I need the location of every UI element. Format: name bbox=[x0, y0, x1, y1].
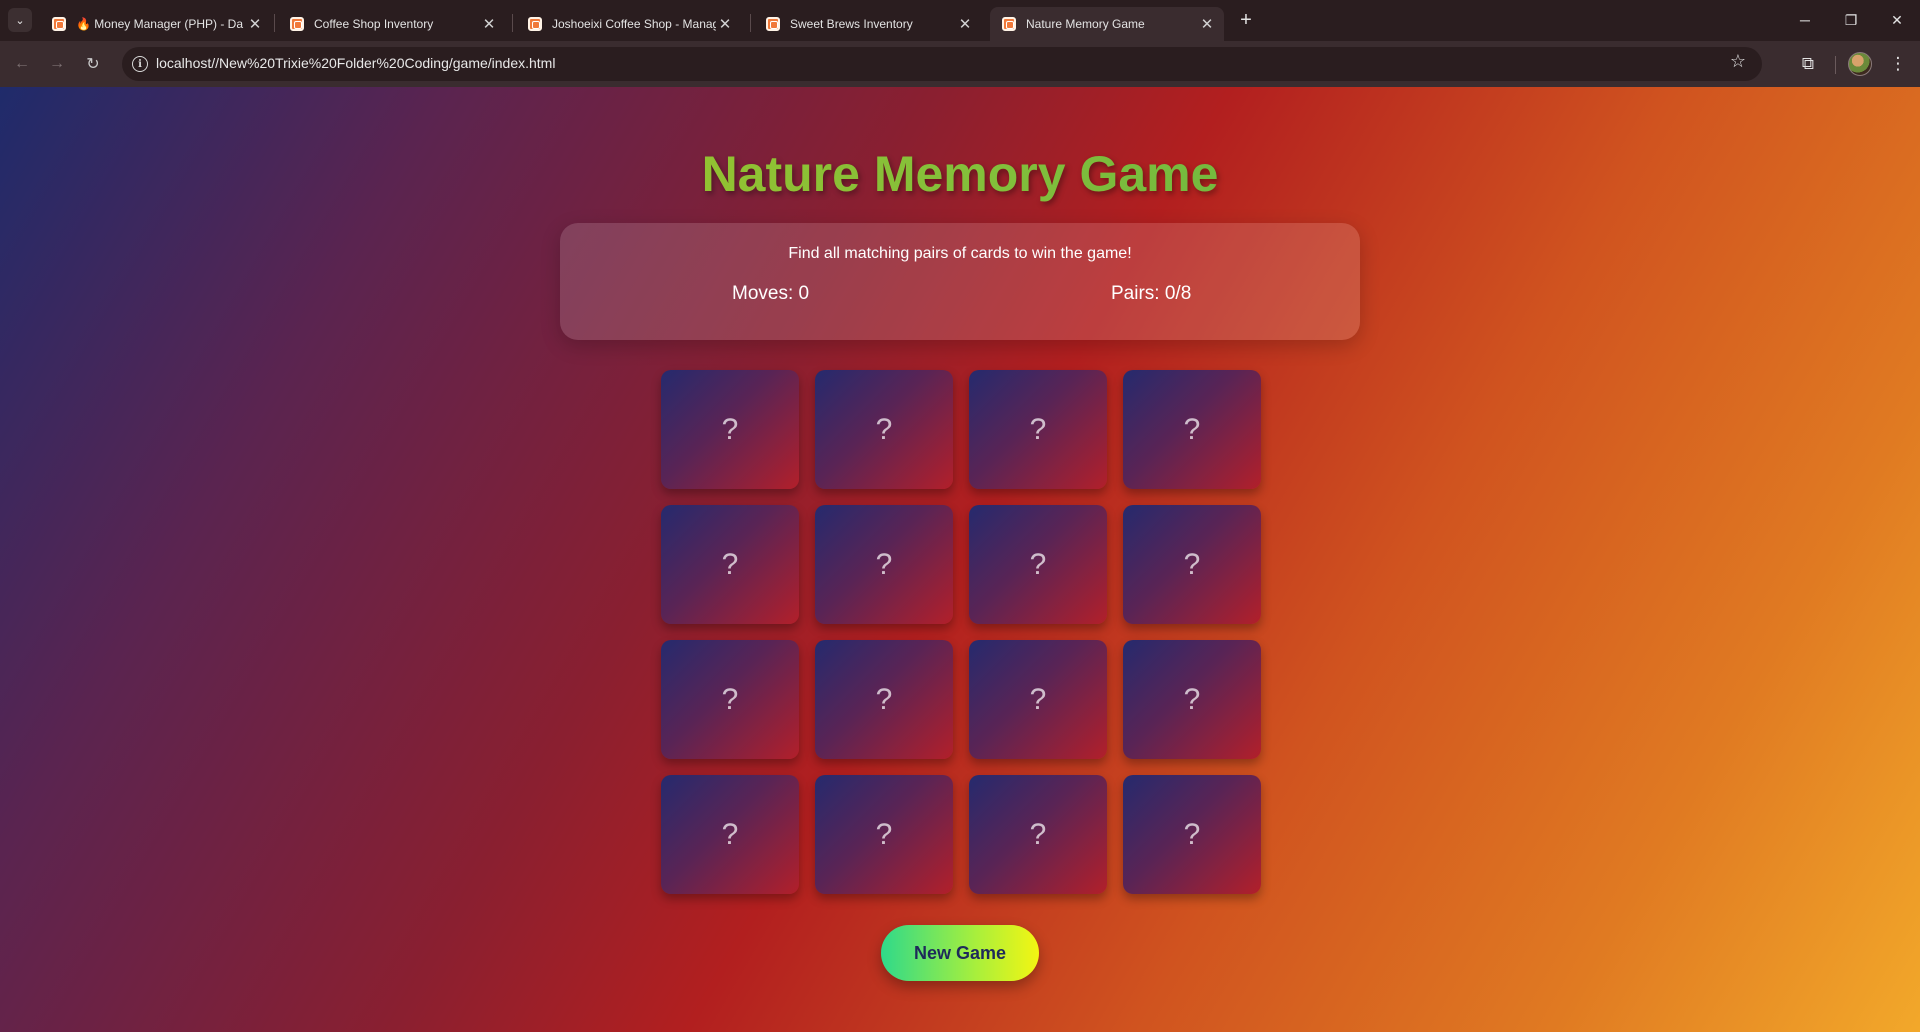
memory-card[interactable]: ? bbox=[815, 370, 953, 489]
minimize-button[interactable]: ─ bbox=[1782, 0, 1828, 40]
new-tab-button[interactable]: + bbox=[1234, 8, 1258, 32]
card-face-text: ? bbox=[1183, 682, 1201, 716]
page-viewport: Nature Memory Game Find all matching pai… bbox=[0, 87, 1920, 1032]
card-face-text: ? bbox=[1029, 817, 1047, 851]
close-icon[interactable]: ✕ bbox=[246, 15, 264, 33]
extensions-icon[interactable]: ⧉ bbox=[1794, 50, 1822, 78]
memory-card[interactable]: ? bbox=[815, 775, 953, 894]
xampp-favicon-icon bbox=[1002, 17, 1016, 31]
card-face-text: ? bbox=[1183, 412, 1201, 446]
tab-title: Joshoeixi Coffee Shop - Manag bbox=[552, 17, 716, 31]
window-close-button[interactable]: ✕ bbox=[1874, 0, 1920, 40]
close-icon[interactable]: ✕ bbox=[716, 15, 734, 33]
memory-card[interactable]: ? bbox=[815, 505, 953, 624]
memory-card[interactable]: ? bbox=[661, 640, 799, 759]
card-face-text: ? bbox=[721, 547, 739, 581]
new-game-button[interactable]: New Game bbox=[881, 925, 1039, 981]
memory-card[interactable]: ? bbox=[815, 640, 953, 759]
toolbar-divider bbox=[1835, 56, 1836, 74]
card-face-text: ? bbox=[875, 817, 893, 851]
menu-kebab-icon[interactable]: ⋮ bbox=[1884, 50, 1912, 78]
site-info-icon[interactable]: i bbox=[132, 56, 148, 72]
tab-sweet-brews-inventory[interactable]: Sweet Brews Inventory ✕ bbox=[754, 7, 982, 41]
close-icon[interactable]: ✕ bbox=[956, 15, 974, 33]
tab-divider bbox=[274, 14, 275, 32]
memory-card[interactable]: ? bbox=[1123, 640, 1261, 759]
card-face-text: ? bbox=[721, 817, 739, 851]
game-info-panel: Find all matching pairs of cards to win … bbox=[560, 223, 1360, 340]
tab-money-manager[interactable]: 🔥 Money Manager (PHP) - Da ✕ bbox=[40, 7, 272, 41]
memory-card[interactable]: ? bbox=[969, 775, 1107, 894]
tab-title: Sweet Brews Inventory bbox=[790, 17, 913, 31]
memory-card[interactable]: ? bbox=[969, 640, 1107, 759]
memory-card[interactable]: ? bbox=[1123, 505, 1261, 624]
page-title: Nature Memory Game bbox=[0, 145, 1920, 203]
memory-card[interactable]: ? bbox=[661, 370, 799, 489]
card-grid: ???????????????? bbox=[661, 370, 1261, 895]
card-face-text: ? bbox=[875, 682, 893, 716]
memory-card[interactable]: ? bbox=[661, 775, 799, 894]
tab-coffee-shop-inventory[interactable]: Coffee Shop Inventory ✕ bbox=[278, 7, 506, 41]
tab-nature-memory-game[interactable]: Nature Memory Game ✕ bbox=[990, 7, 1224, 41]
card-face-text: ? bbox=[721, 682, 739, 716]
memory-card[interactable]: ? bbox=[1123, 775, 1261, 894]
tab-strip: ⌄ 🔥 Money Manager (PHP) - Da ✕ Coffee Sh… bbox=[0, 0, 1920, 41]
moves-counter: Moves: 0 bbox=[732, 283, 810, 304]
card-face-text: ? bbox=[1029, 682, 1047, 716]
tab-divider bbox=[750, 14, 751, 32]
card-face-text: ? bbox=[875, 412, 893, 446]
xampp-favicon-icon bbox=[528, 17, 542, 31]
bookmark-star-icon[interactable]: ☆ bbox=[1730, 51, 1746, 72]
profile-avatar[interactable] bbox=[1848, 52, 1872, 76]
memory-card[interactable]: ? bbox=[969, 505, 1107, 624]
card-face-text: ? bbox=[1029, 547, 1047, 581]
reload-icon[interactable]: ↻ bbox=[79, 50, 107, 78]
memory-card[interactable]: ? bbox=[969, 370, 1107, 489]
close-icon[interactable]: ✕ bbox=[480, 15, 498, 33]
tab-title: Coffee Shop Inventory bbox=[314, 17, 434, 31]
address-bar[interactable]: i localhost//New%20Trixie%20Folder%20Cod… bbox=[122, 47, 1762, 81]
pairs-counter: Pairs: 0/8 bbox=[1111, 283, 1192, 304]
memory-card[interactable]: ? bbox=[661, 505, 799, 624]
xampp-favicon-icon bbox=[290, 17, 304, 31]
card-face-text: ? bbox=[1183, 547, 1201, 581]
browser-toolbar: ← → ↻ i localhost//New%20Trixie%20Folder… bbox=[0, 41, 1920, 87]
tab-divider bbox=[512, 14, 513, 32]
card-face-text: ? bbox=[721, 412, 739, 446]
forward-arrow-icon[interactable]: → bbox=[43, 50, 71, 78]
card-face-text: ? bbox=[875, 547, 893, 581]
tab-title: Nature Memory Game bbox=[1026, 17, 1145, 31]
close-icon[interactable]: ✕ bbox=[1198, 15, 1216, 33]
xampp-favicon-icon bbox=[766, 17, 780, 31]
restore-button[interactable]: ❐ bbox=[1828, 0, 1874, 40]
tab-joshoeixi-coffee-shop[interactable]: Joshoeixi Coffee Shop - Manag ✕ bbox=[516, 7, 742, 41]
back-arrow-icon[interactable]: ← bbox=[8, 50, 36, 78]
tab-title: 🔥 Money Manager (PHP) - Da bbox=[76, 17, 243, 31]
url-text[interactable]: localhost//New%20Trixie%20Folder%20Codin… bbox=[156, 55, 555, 71]
card-face-text: ? bbox=[1029, 412, 1047, 446]
card-face-text: ? bbox=[1183, 817, 1201, 851]
memory-card[interactable]: ? bbox=[1123, 370, 1261, 489]
tab-search-button[interactable]: ⌄ bbox=[8, 8, 32, 32]
instructions-text: Find all matching pairs of cards to win … bbox=[788, 245, 1132, 262]
xampp-favicon-icon bbox=[52, 17, 66, 31]
